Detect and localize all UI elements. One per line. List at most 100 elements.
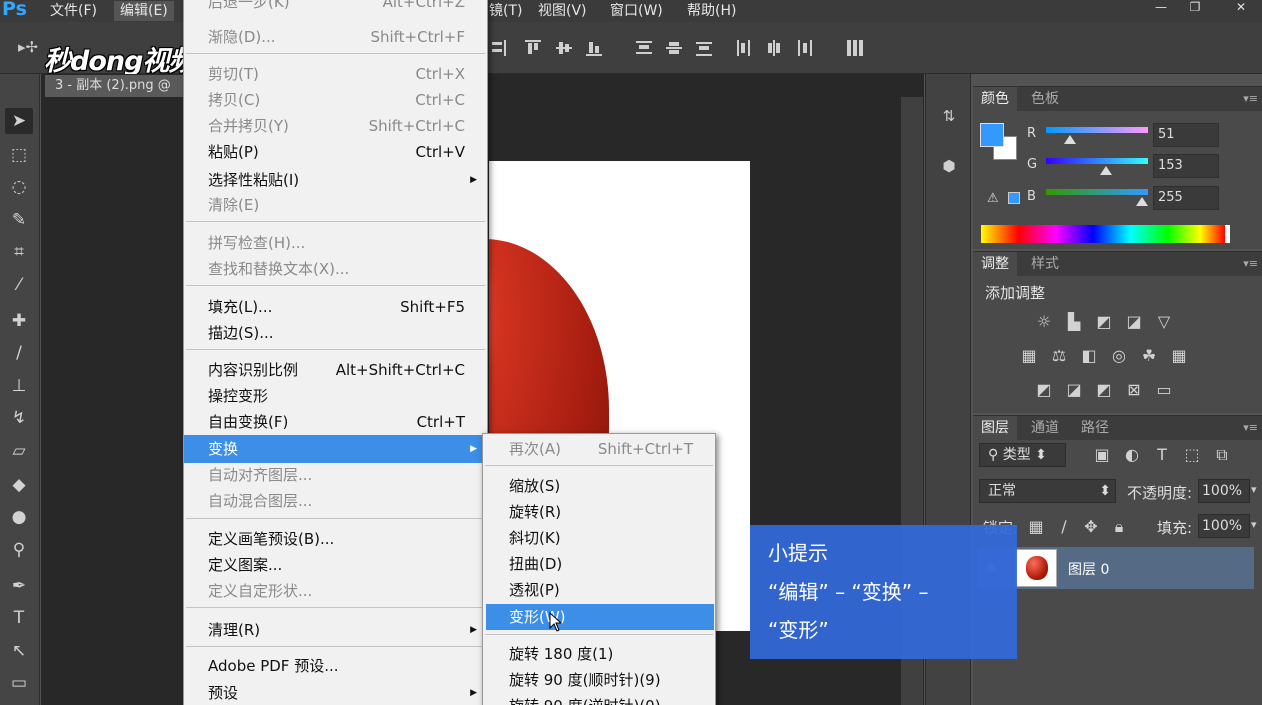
distribute-left-icon[interactable] — [736, 40, 756, 56]
marquee-tool-icon[interactable]: ⬚ — [5, 142, 33, 168]
minimize-button[interactable]: — — [1144, 0, 1178, 14]
menu-item-auto-blend[interactable]: 自动混合图层... — [184, 488, 487, 514]
menu-item-define-shape[interactable]: 定义自定形状... — [184, 578, 487, 604]
document-tab[interactable]: 3 - 副本 (2).png @ — [45, 75, 185, 97]
paint-bucket-icon[interactable]: ◆ — [5, 472, 33, 498]
menu-item-paste-special[interactable]: 选择性粘贴(I) ▶ — [184, 167, 487, 193]
submenu-item-rotate-180[interactable]: 旋转 180 度(1) — [483, 641, 715, 667]
path-select-icon[interactable]: ↖ — [5, 638, 33, 664]
shape-tool-icon[interactable]: ▭ — [5, 670, 33, 696]
gradient-map-icon[interactable]: ▭ — [1153, 380, 1175, 400]
levels-icon[interactable]: ▙ — [1063, 312, 1085, 332]
menu-item-auto-align[interactable]: 自动对齐图层... — [184, 462, 487, 488]
menu-item-copy[interactable]: 拷贝(C) Ctrl+C — [184, 87, 487, 113]
blue-value-input[interactable]: 255 — [1153, 186, 1219, 210]
tab-swatches[interactable]: 色板 — [1023, 87, 1067, 111]
fill-dropdown-icon[interactable]: ▾ — [1251, 518, 1257, 531]
menu-item-define-brush[interactable]: 定义画笔预设(B)... — [184, 526, 487, 552]
green-slider[interactable] — [1046, 158, 1148, 175]
menu-item-puppet-warp[interactable]: 操控变形 — [184, 383, 487, 409]
menu-item-pdf-presets[interactable]: Adobe PDF 预设... — [184, 653, 487, 679]
panel-menu-icon[interactable]: ▾≡ — [1243, 421, 1258, 434]
tab-color[interactable]: 颜色 — [973, 87, 1017, 111]
tab-channels[interactable]: 通道 — [1023, 416, 1067, 440]
distribute-top-icon[interactable] — [636, 40, 656, 56]
blue-slider[interactable] — [1046, 189, 1148, 206]
menu-item-define-pattern[interactable]: 定义图案... — [184, 552, 487, 578]
tab-paths[interactable]: 路径 — [1073, 416, 1117, 440]
hue-saturation-icon[interactable]: ▦ — [1018, 346, 1040, 366]
color-balance-icon[interactable]: ⚖ — [1048, 346, 1070, 366]
black-white-icon[interactable]: ◧ — [1078, 346, 1100, 366]
eraser-tool-icon[interactable]: ▱ — [5, 438, 33, 464]
menu-help[interactable]: 帮助(H) — [681, 1, 742, 21]
green-value-input[interactable]: 153 — [1153, 154, 1219, 178]
menu-item-clear[interactable]: 清除(E) — [184, 192, 487, 218]
move-tool-icon[interactable]: ▸✢ — [18, 38, 38, 56]
menu-item-presets[interactable]: 预设 ▶ — [184, 680, 487, 705]
submenu-item-scale[interactable]: 缩放(S) — [483, 473, 715, 499]
blend-mode-select[interactable]: 正常 ⬍ — [979, 479, 1116, 503]
close-button[interactable]: ✕ — [1224, 0, 1258, 14]
blue-slider-thumb[interactable] — [1136, 197, 1148, 206]
tab-layers[interactable]: 图层 — [973, 416, 1017, 440]
menu-window[interactable]: 窗口(W) — [604, 1, 669, 21]
lock-all-icon[interactable]: 🔒︎ — [1108, 517, 1130, 537]
menu-view[interactable]: 视图(V) — [532, 1, 593, 21]
tab-styles[interactable]: 样式 — [1023, 252, 1067, 276]
menu-item-fade[interactable]: 渐隐(D)... Shift+Ctrl+F — [184, 24, 487, 50]
tab-adjustments[interactable]: 调整 — [973, 252, 1017, 276]
quick-select-tool-icon[interactable]: ✎ — [5, 207, 33, 233]
3d-panel-icon[interactable]: ⬢ — [937, 154, 961, 178]
history-panel-icon[interactable]: ⇅ — [937, 104, 961, 128]
submenu-item-skew[interactable]: 斜切(K) — [483, 525, 715, 551]
distribute-bottom-icon[interactable] — [696, 40, 716, 56]
menu-item-cut[interactable]: 剪切(T) Ctrl+X — [184, 61, 487, 87]
selective-color-icon[interactable]: ⊠ — [1123, 380, 1145, 400]
layer-filter-select[interactable]: ⚲ 类型 ⬍ — [979, 443, 1066, 467]
layer-name[interactable]: 图层 0 — [1068, 559, 1109, 579]
crop-tool-icon[interactable]: ⌗ — [5, 239, 33, 265]
brush-tool-icon[interactable]: ∕ — [5, 340, 33, 366]
opacity-input[interactable]: 100% — [1198, 479, 1250, 503]
menu-item-free-transform[interactable]: 自由变换(F) Ctrl+T — [184, 409, 487, 435]
blur-tool-icon[interactable]: ● — [5, 504, 33, 530]
fill-input[interactable]: 100% — [1198, 514, 1250, 538]
red-slider[interactable] — [1046, 127, 1148, 144]
lock-pixels-icon[interactable]: ∕ — [1053, 517, 1075, 537]
align-bottom-icon[interactable] — [586, 40, 606, 56]
submenu-item-rotate[interactable]: 旋转(R) — [483, 499, 715, 525]
menu-filter[interactable]: 镜(T) — [483, 1, 528, 21]
auto-align-icon[interactable] — [846, 40, 866, 56]
menu-item-transform[interactable]: 变换 ▶ — [184, 435, 487, 463]
posterize-icon[interactable]: ◪ — [1063, 380, 1085, 400]
menu-item-purge[interactable]: 清理(R) ▶ — [184, 617, 487, 643]
submenu-item-again[interactable]: 再次(A) Shift+Ctrl+T — [483, 436, 715, 462]
menu-item-find-replace[interactable]: 查找和替换文本(X)... — [184, 256, 487, 282]
menu-item-copy-merged[interactable]: 合并拷贝(Y) Shift+Ctrl+C — [184, 113, 487, 139]
panel-menu-icon[interactable]: ▾≡ — [1243, 257, 1258, 270]
green-slider-thumb[interactable] — [1100, 166, 1112, 175]
restore-button[interactable]: ❐ — [1178, 0, 1212, 14]
foreground-color-swatch[interactable] — [980, 123, 1004, 147]
history-brush-icon[interactable]: ↯ — [5, 405, 33, 431]
submenu-item-rotate-90-cw[interactable]: 旋转 90 度(顺时针)(9) — [483, 667, 715, 693]
brightness-contrast-icon[interactable]: ☼ — [1033, 312, 1055, 332]
align-vcenter-icon[interactable] — [556, 40, 576, 56]
red-slider-thumb[interactable] — [1064, 135, 1076, 144]
websafe-swatch[interactable] — [1008, 192, 1020, 204]
menu-item-stroke[interactable]: 描边(S)... — [184, 320, 487, 346]
move-tool-icon[interactable]: ➤ — [5, 108, 33, 134]
menu-item-step-backward[interactable]: 后退一步(K) Alt+Ctrl+Z — [184, 0, 487, 15]
color-spectrum[interactable] — [981, 225, 1230, 243]
pen-tool-icon[interactable]: ✒ — [5, 573, 33, 599]
opacity-dropdown-icon[interactable]: ▾ — [1251, 483, 1257, 496]
stamp-tool-icon[interactable]: ⊥ — [5, 373, 33, 399]
lasso-tool-icon[interactable]: ◌ — [5, 174, 33, 200]
filter-pixel-icon[interactable]: ▣ — [1091, 445, 1113, 465]
color-lookup-icon[interactable]: ▦ — [1168, 346, 1190, 366]
distribute-right-icon[interactable] — [796, 40, 816, 56]
distribute-vcenter-icon[interactable] — [666, 40, 686, 56]
eyedropper-tool-icon[interactable]: ⁄ — [5, 272, 33, 298]
gamut-warning-icon[interactable]: ⚠ — [987, 191, 999, 206]
